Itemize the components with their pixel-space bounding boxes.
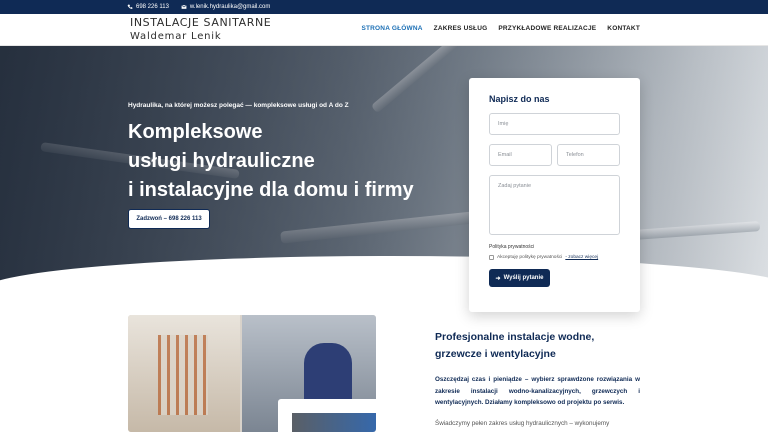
nav-projects[interactable]: PRZYKŁADOWE REALIZACJE bbox=[498, 25, 596, 32]
nav-contact[interactable]: KONTAKT bbox=[607, 25, 640, 32]
image-inset-photo bbox=[292, 413, 376, 432]
form-row: Email Telefon bbox=[489, 144, 620, 175]
hero-title-line2: usługi hydrauliczne bbox=[128, 150, 315, 172]
topbar-email-text: w.lenik.hydraulika@gmail.com bbox=[189, 4, 271, 10]
call-button[interactable]: Zadzwoń – 698 226 113 bbox=[128, 209, 210, 229]
email-input[interactable]: Email bbox=[489, 144, 552, 166]
nav-services[interactable]: ZAKRES USŁUG bbox=[434, 25, 488, 32]
nav-home[interactable]: STRONA GŁÓWNA bbox=[361, 25, 422, 32]
section-heading-line1: Profesjonalne instalacje wodne, bbox=[435, 331, 595, 343]
policy-link[interactable]: - zobacz więcej bbox=[565, 255, 598, 260]
contact-form: Napisz do nas Imię Email Telefon Zadaj p… bbox=[469, 78, 640, 312]
name-input[interactable]: Imię bbox=[489, 113, 620, 135]
image-boiler-room bbox=[128, 315, 240, 432]
phone-icon bbox=[127, 4, 133, 9]
hero-tagline: Hydraulika, na której możesz polegać — k… bbox=[128, 102, 349, 109]
send-button[interactable]: ➜ Wyślij pytanie bbox=[489, 269, 550, 287]
section-paragraph-1: Oszczędzaj czas i pieniądze – wybierz sp… bbox=[435, 376, 640, 406]
section-heading-line2: grzewcze i wentylacyjne bbox=[435, 348, 556, 360]
hero-title-line3: i instalacyjne dla domu i firmy bbox=[128, 179, 414, 201]
policy-row: Akceptuję politykę prywatności - zobacz … bbox=[489, 255, 620, 260]
logo-line2: Waldemar Lenik bbox=[130, 31, 222, 42]
topbar-phone-text: 698 226 113 bbox=[136, 4, 169, 10]
policy-text: Akceptuję politykę prywatności bbox=[497, 255, 563, 260]
main-nav: STRONA GŁÓWNA ZAKRES USŁUG PRZYKŁADOWE R… bbox=[361, 25, 640, 32]
section-heading: Profesjonalne instalacje wodne, grzewcze… bbox=[435, 329, 645, 363]
topbar-phone[interactable]: 698 226 113 bbox=[127, 4, 169, 10]
top-bar: 698 226 113 w.lenik.hydraulika@gmail.com bbox=[0, 0, 768, 14]
form-title: Napisz do nas bbox=[489, 94, 550, 104]
section-paragraph-2: Świadczymy pełen zakres usług hydraulicz… bbox=[435, 420, 610, 427]
image-pipes bbox=[158, 335, 208, 415]
services-image bbox=[128, 315, 376, 432]
topbar-email[interactable]: w.lenik.hydraulika@gmail.com bbox=[181, 4, 270, 10]
logo-line1: INSTALACJE SANITARNE bbox=[130, 16, 272, 29]
image-inset bbox=[278, 399, 376, 432]
hero-title-line1: Kompleksowe bbox=[128, 121, 263, 143]
hero-title: Kompleksowe usługi hydrauliczne i instal… bbox=[128, 118, 448, 205]
site-header: INSTALACJE SANITARNE Waldemar Lenik STRO… bbox=[0, 14, 768, 46]
hero-section: Hydraulika, na której możesz polegać — k… bbox=[0, 46, 768, 286]
arrow-right-icon: ➜ bbox=[495, 275, 501, 282]
envelope-icon bbox=[181, 4, 187, 9]
policy-title: Polityka prywatności bbox=[489, 244, 535, 250]
question-textarea[interactable]: Zadaj pytanie bbox=[489, 175, 620, 235]
phone-input[interactable]: Telefon bbox=[557, 144, 620, 166]
send-button-label: Wyślij pytanie bbox=[503, 275, 544, 281]
policy-checkbox[interactable] bbox=[489, 255, 494, 260]
logo[interactable]: INSTALACJE SANITARNE Waldemar Lenik bbox=[130, 16, 271, 42]
